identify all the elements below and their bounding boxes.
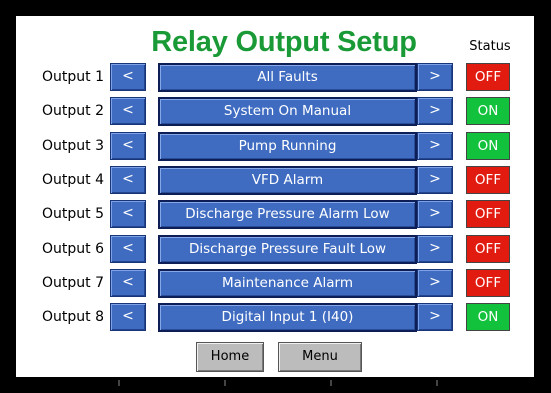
function-selector[interactable]: VFD Alarm bbox=[158, 166, 417, 195]
status-indicator: OFF bbox=[466, 166, 510, 194]
prev-function-button[interactable]: < bbox=[110, 303, 146, 331]
function-selector[interactable]: Pump Running bbox=[158, 132, 417, 161]
function-selector[interactable]: Maintenance Alarm bbox=[158, 269, 417, 298]
function-selector[interactable]: System On Manual bbox=[158, 97, 417, 126]
status-indicator: ON bbox=[466, 303, 510, 331]
output-label: Output 3 bbox=[42, 138, 104, 154]
output-row-2: Output 2 < System On Manual > ON bbox=[16, 97, 534, 126]
prev-function-button[interactable]: < bbox=[110, 97, 146, 125]
hmi-screen: Relay Output Setup Status Output 1 < All F… bbox=[16, 16, 534, 377]
output-label: Output 1 bbox=[42, 69, 104, 85]
menu-button[interactable]: Menu bbox=[278, 342, 362, 372]
next-function-button[interactable]: > bbox=[417, 63, 453, 91]
next-function-button[interactable]: > bbox=[417, 269, 453, 297]
home-button[interactable]: Home bbox=[196, 342, 264, 372]
status-indicator: ON bbox=[466, 132, 510, 160]
status-indicator: OFF bbox=[466, 235, 510, 263]
output-row-7: Output 7 < Maintenance Alarm > OFF bbox=[16, 269, 534, 298]
output-label: Output 8 bbox=[42, 309, 104, 325]
output-label: Output 5 bbox=[42, 206, 104, 222]
next-function-button[interactable]: > bbox=[417, 200, 453, 228]
status-indicator: OFF bbox=[466, 63, 510, 91]
frame-tick bbox=[118, 380, 120, 386]
output-row-8: Output 8 < Digital Input 1 (I40) > ON bbox=[16, 303, 534, 332]
output-row-5: Output 5 < Discharge Pressure Alarm Low > OF… bbox=[16, 200, 534, 229]
next-function-button[interactable]: > bbox=[417, 132, 453, 160]
prev-function-button[interactable]: < bbox=[110, 132, 146, 160]
function-selector[interactable]: All Faults bbox=[158, 63, 417, 92]
output-label: Output 2 bbox=[42, 103, 104, 119]
prev-function-button[interactable]: < bbox=[110, 269, 146, 297]
output-row-1: Output 1 < All Faults > OFF bbox=[16, 63, 534, 92]
frame-tick bbox=[224, 380, 226, 386]
prev-function-button[interactable]: < bbox=[110, 166, 146, 194]
next-function-button[interactable]: > bbox=[417, 97, 453, 125]
prev-function-button[interactable]: < bbox=[110, 200, 146, 228]
status-indicator: OFF bbox=[466, 200, 510, 228]
output-label: Output 7 bbox=[42, 275, 104, 291]
output-label: Output 4 bbox=[42, 172, 104, 188]
frame-tick bbox=[330, 380, 332, 386]
next-function-button[interactable]: > bbox=[417, 166, 453, 194]
output-row-6: Output 6 < Discharge Pressure Fault Low > OF… bbox=[16, 235, 534, 264]
prev-function-button[interactable]: < bbox=[110, 235, 146, 263]
function-selector[interactable]: Digital Input 1 (I40) bbox=[158, 303, 417, 332]
output-row-4: Output 4 < VFD Alarm > OFF bbox=[16, 166, 534, 195]
prev-function-button[interactable]: < bbox=[110, 63, 146, 91]
page-title: Relay Output Setup bbox=[151, 26, 417, 58]
output-row-3: Output 3 < Pump Running > ON bbox=[16, 132, 534, 161]
next-function-button[interactable]: > bbox=[417, 303, 453, 331]
function-selector[interactable]: Discharge Pressure Fault Low bbox=[158, 235, 417, 264]
frame-tick bbox=[436, 380, 438, 386]
output-label: Output 6 bbox=[42, 241, 104, 257]
status-header: Status bbox=[469, 39, 511, 54]
function-selector[interactable]: Discharge Pressure Alarm Low bbox=[158, 200, 417, 229]
status-indicator: ON bbox=[466, 97, 510, 125]
next-function-button[interactable]: > bbox=[417, 235, 453, 263]
status-indicator: OFF bbox=[466, 269, 510, 297]
